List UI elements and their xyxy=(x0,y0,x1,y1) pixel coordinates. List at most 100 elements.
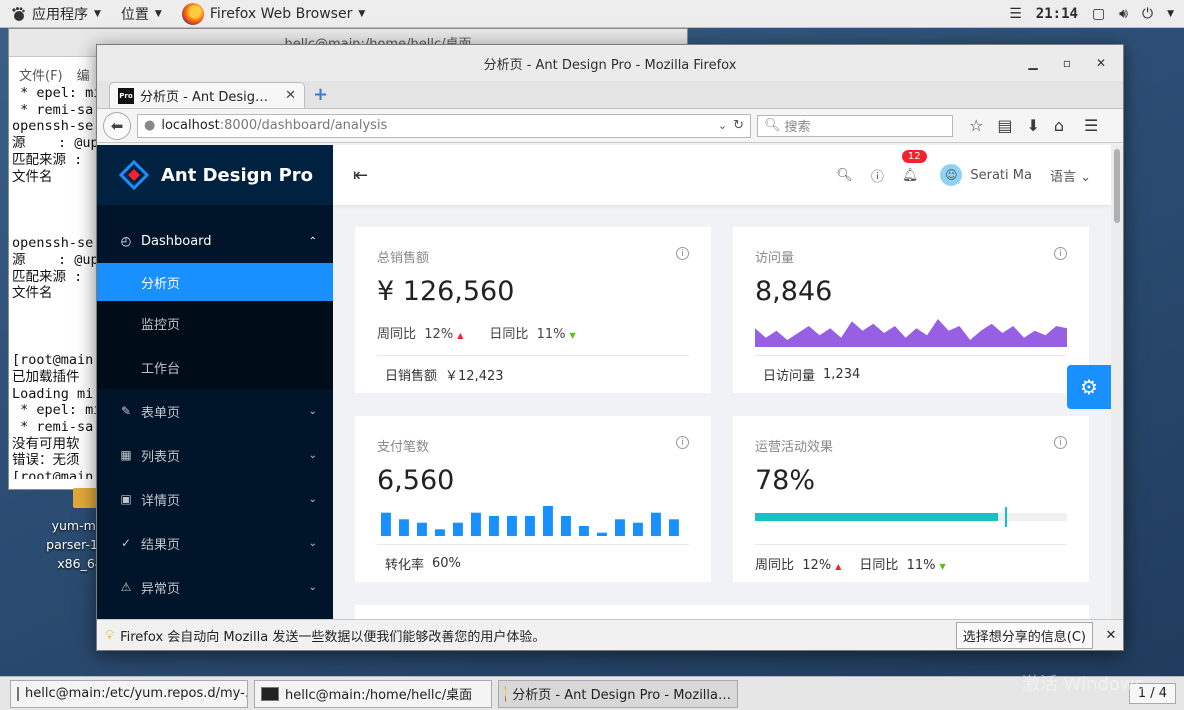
clock[interactable]: 21:14 xyxy=(1036,6,1078,22)
window-list-icon[interactable]: ▢ xyxy=(1092,6,1105,22)
chevron-down-icon[interactable]: ⌄ xyxy=(718,119,727,132)
menu-icon[interactable]: ☰ xyxy=(1084,116,1098,135)
back-icon[interactable]: ⬅ xyxy=(103,111,131,140)
sales-tabs-card xyxy=(355,605,1089,619)
trend-week: 周同比 12% ▲ xyxy=(377,323,463,342)
sidebar-item-list[interactable]: ▦ 列表页 ⌄ xyxy=(97,433,333,477)
home-icon[interactable]: ⌂ xyxy=(1054,116,1064,135)
maximize-icon[interactable]: ▫ xyxy=(1053,56,1081,70)
chevron-up-icon: ⌃ xyxy=(308,235,317,247)
info-circle-icon[interactable]: i xyxy=(676,247,689,260)
scrollbar-thumb[interactable] xyxy=(1114,149,1120,223)
sidebar-item-dashboard[interactable]: ◴ Dashboard ⌃ xyxy=(97,219,333,263)
applications-label: 应用程序 xyxy=(32,6,88,23)
bar xyxy=(597,532,607,536)
chevron-down-icon[interactable]: ▼ xyxy=(1167,9,1174,19)
question-circle-icon[interactable]: ⓘ xyxy=(871,166,884,185)
window-title: 分析页 - Ant Design Pro - Mozilla Firefox xyxy=(483,57,737,73)
info-circle-icon[interactable]: i xyxy=(676,436,689,449)
input-method-icon[interactable]: ☰ xyxy=(1009,6,1022,22)
bar xyxy=(453,522,463,536)
card-title: 运营活动效果 xyxy=(755,440,834,455)
toolbar-icons: ☆ ▤ ⬇ ⌂ ☰ xyxy=(969,116,1098,135)
new-tab-icon[interactable]: + xyxy=(313,84,328,105)
notification-bar: 💡︎ Firefox 会自动向 Mozilla 发送一些数据以便我们能够改善您的… xyxy=(97,619,1123,650)
check-circle-icon: ✓ xyxy=(120,536,132,550)
firefox-window: 分析页 - Ant Design Pro - Mozilla Firefox ▁… xyxy=(96,44,1124,651)
trend-day: 日同比 11% ▼ xyxy=(859,554,945,573)
tab-analysis[interactable]: Pro 分析页 - Ant Desig… ✕ xyxy=(109,82,305,108)
url-bar[interactable]: ● localhost:8000/dashboard/analysis ⌄ ↻ xyxy=(137,113,751,138)
user-menu[interactable]: ☺ Serati Ma xyxy=(940,164,1032,186)
sidebar-item-exception[interactable]: ⚠ 异常页 ⌄ xyxy=(97,565,333,609)
download-icon[interactable]: ⬇ xyxy=(1026,116,1039,135)
page-scrollbar[interactable] xyxy=(1111,145,1123,619)
campaign-progress xyxy=(755,507,1067,527)
task-label: hellc@main:/etc/yum.repos.d/my-… xyxy=(25,686,248,701)
sidebar-item-result[interactable]: ✓ 结果页 ⌄ xyxy=(97,521,333,565)
search-bar[interactable]: 🔍︎ 搜索 xyxy=(757,114,953,137)
info-circle-icon[interactable]: i xyxy=(1054,436,1067,449)
language-selector[interactable]: 语言 ⌄ xyxy=(1050,166,1091,185)
card-title-row: 总销售额 i xyxy=(377,247,689,266)
task-firefox[interactable]: 分析页 - Ant Design Pro - Mozilla… xyxy=(498,679,738,708)
browser-menu[interactable]: Firefox Web Browser ▼ xyxy=(172,0,375,28)
share-choice-button[interactable]: 选择想分享的信息(C) xyxy=(955,622,1093,649)
user-name: Serati Ma xyxy=(970,167,1032,183)
minimize-icon[interactable]: ▁ xyxy=(1019,56,1047,70)
bookmark-star-icon[interactable]: ☆ xyxy=(969,116,983,135)
caret-down-icon: ▼ xyxy=(569,331,576,340)
chevron-down-icon: ▼ xyxy=(358,8,366,19)
bookmarks-list-icon[interactable]: ▤ xyxy=(997,116,1012,135)
task-terminal-1[interactable]: hellc@main:/etc/yum.repos.d/my-… xyxy=(10,679,248,708)
footer-value: 60% xyxy=(432,556,461,571)
bar xyxy=(489,516,499,536)
search-icon: 🔍︎ xyxy=(764,118,781,133)
info-circle-icon[interactable]: i xyxy=(1054,247,1067,260)
panel-status-area: ☰ 21:14 ▢ 🔊︎ ⏻ ▼ xyxy=(1009,0,1184,28)
close-tab-icon[interactable]: ✕ xyxy=(285,88,296,103)
stat-card-campaign: 运营活动效果 i 78% 周同比 12% ▲ 日同比 11% ▼ xyxy=(733,416,1089,582)
sidebar-item-workplace[interactable]: 工作台 xyxy=(97,345,333,389)
terminal-icon xyxy=(17,686,19,701)
sidebar-item-monitor[interactable]: 监控页 xyxy=(97,301,333,345)
close-icon[interactable]: ✕ xyxy=(1099,628,1123,643)
stat-card-payments: 支付笔数 i 6,560 转化率 60% xyxy=(355,416,711,582)
settings-gear-icon[interactable]: ⚙ xyxy=(1067,365,1111,409)
chevron-down-icon: ⌄ xyxy=(1080,169,1091,185)
dashboard-submenu: 分析页 监控页 工作台 xyxy=(97,263,333,389)
card-footer: 周同比 12% ▲ 日同比 11% ▼ xyxy=(755,544,1067,582)
sidebar-item-form[interactable]: ✎ 表单页 ⌄ xyxy=(97,389,333,433)
power-icon[interactable]: ⏻ xyxy=(1142,6,1153,22)
chevron-down-icon: ⌄ xyxy=(308,537,317,549)
applications-menu[interactable]: 应用程序 ▼ xyxy=(0,0,111,28)
footer-value: 1,234 xyxy=(823,367,861,382)
card-title-row: 运营活动效果 i xyxy=(755,436,1067,455)
trend-label: 日同比 xyxy=(489,327,529,342)
reload-icon[interactable]: ↻ xyxy=(733,118,744,133)
card-title: 总销售额 xyxy=(377,251,430,266)
card-footer: 日访问量 1,234 xyxy=(755,355,1067,393)
chevron-down-icon: ⌄ xyxy=(308,449,317,461)
close-icon[interactable]: ✕ xyxy=(1087,56,1115,70)
card-value: 78% xyxy=(755,465,816,496)
window-titlebar[interactable]: 分析页 - Ant Design Pro - Mozilla Firefox ▁… xyxy=(97,45,1123,81)
chevron-down-icon: ▼ xyxy=(94,8,101,19)
bar xyxy=(417,522,427,536)
terminal-menu-file[interactable]: 文件(F) xyxy=(19,65,63,84)
card-value: ¥ 126,560 xyxy=(377,276,515,307)
menu-fold-icon[interactable]: ⇤ xyxy=(353,165,368,186)
bar xyxy=(507,516,517,536)
sidebar-item-profile[interactable]: ▣ 详情页 ⌄ xyxy=(97,477,333,521)
ant-pro-favicon-icon: Pro xyxy=(118,87,134,104)
places-menu[interactable]: 位置 ▼ xyxy=(111,0,172,28)
terminal-menu-edit[interactable]: 编 xyxy=(77,65,90,84)
volume-icon[interactable]: 🔊︎ xyxy=(1119,6,1128,22)
search-icon[interactable]: 🔍︎ xyxy=(836,168,853,183)
sidebar-item-analysis[interactable]: 分析页 xyxy=(97,263,333,301)
card-footer: 日销售额 ￥12,423 xyxy=(377,355,689,393)
notice-bell[interactable]: 🔔︎ 12 xyxy=(901,149,927,183)
logo[interactable]: Ant Design Pro xyxy=(97,145,333,205)
bar xyxy=(651,512,661,536)
task-terminal-2[interactable]: hellc@main:/home/hellc/桌面 xyxy=(254,679,492,708)
